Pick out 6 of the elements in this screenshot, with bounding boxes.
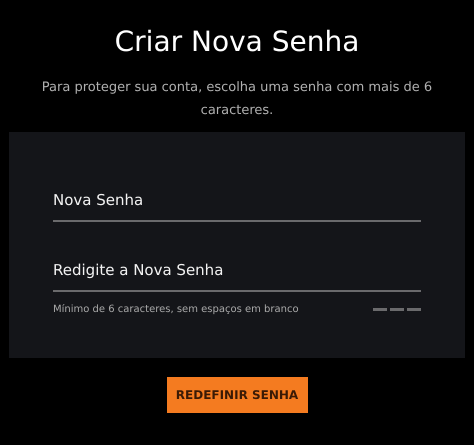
password-field[interactable]: Redigite a Nova Senha [53,250,421,292]
subtitle: Para proteger sua conta, escolha uma senha com mais de 6 caracteres. [40,79,434,120]
reset-password-button[interactable]: REDEFINIR SENHA [166,377,308,413]
hint-text: Mínimo de 6 caracteres, sem espaços em branco [53,304,299,315]
page-title: Criar Nova Senha [114,24,360,60]
password-field[interactable]: Nova Senha [53,180,421,222]
